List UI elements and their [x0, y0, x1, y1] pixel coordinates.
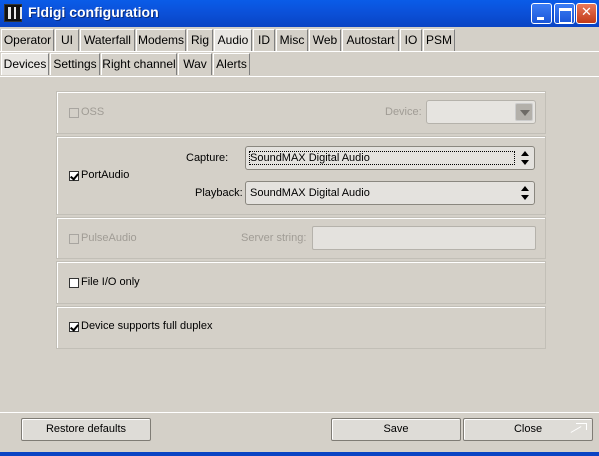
tab-audio[interactable]: Audio [214, 29, 252, 51]
save-button[interactable]: Save [331, 418, 461, 441]
full-duplex-label: Device supports full duplex [81, 320, 213, 332]
chevron-down-icon[interactable] [515, 103, 533, 121]
capture-device-value: SoundMAX Digital Audio [249, 151, 515, 165]
tab-rig[interactable]: Rig [187, 29, 213, 51]
window-title: Fldigi configuration [28, 4, 159, 20]
playback-device-select[interactable]: SoundMAX Digital Audio [245, 181, 535, 205]
restore-defaults-button[interactable]: Restore defaults [21, 418, 151, 441]
oss-device-combobox[interactable] [426, 100, 536, 124]
tab-right-channel[interactable]: Right channel [101, 53, 177, 75]
tab-devices[interactable]: Devices [1, 53, 49, 75]
portaudio-label: PortAudio [81, 169, 130, 181]
server-string-label: Server string: [241, 232, 307, 244]
file-io-checkbox[interactable] [69, 278, 79, 288]
tab-alerts[interactable]: Alerts [213, 53, 250, 75]
tab-io[interactable]: IO [400, 29, 422, 51]
title-bar: Fldigi configuration ✕ [0, 0, 599, 27]
updown-arrows-icon [521, 186, 529, 200]
oss-label: OSS [81, 106, 105, 118]
server-string-input[interactable] [312, 226, 536, 250]
minimize-button[interactable] [531, 3, 552, 24]
playback-label: Playback: [195, 187, 243, 199]
capture-label: Capture: [186, 152, 229, 164]
playback-device-value: SoundMAX Digital Audio [250, 187, 370, 199]
fldigi-app-icon [4, 4, 22, 22]
main-tab-divider [0, 51, 599, 52]
tab-modems[interactable]: Modems [136, 29, 186, 51]
tab-waterfall[interactable]: Waterfall [80, 29, 135, 51]
maximize-button[interactable] [554, 3, 575, 24]
pulseaudio-label: PulseAudio [81, 232, 137, 244]
tab-ui[interactable]: UI [55, 29, 79, 51]
footer-divider [0, 412, 599, 413]
tab-wav[interactable]: Wav [178, 53, 212, 75]
tab-psm[interactable]: PSM [423, 29, 455, 51]
window-bottom-border [0, 452, 599, 456]
oss-checkbox[interactable] [69, 108, 79, 118]
tab-web[interactable]: Web [309, 29, 341, 51]
tab-id[interactable]: ID [253, 29, 275, 51]
resize-grip-icon[interactable] [570, 422, 587, 436]
updown-arrows-icon [521, 151, 529, 165]
portaudio-checkbox[interactable] [69, 171, 79, 181]
tab-autostart[interactable]: Autostart [342, 29, 399, 51]
tab-settings[interactable]: Settings [50, 53, 100, 75]
full-duplex-checkbox[interactable] [69, 322, 79, 332]
close-window-button[interactable]: ✕ [576, 3, 597, 24]
tab-misc[interactable]: Misc [276, 29, 308, 51]
tab-operator[interactable]: Operator [1, 29, 54, 51]
pulseaudio-checkbox[interactable] [69, 234, 79, 244]
file-io-label: File I/O only [81, 276, 140, 288]
capture-device-select[interactable]: SoundMAX Digital Audio [245, 146, 535, 170]
oss-device-label: Device: [385, 106, 422, 118]
